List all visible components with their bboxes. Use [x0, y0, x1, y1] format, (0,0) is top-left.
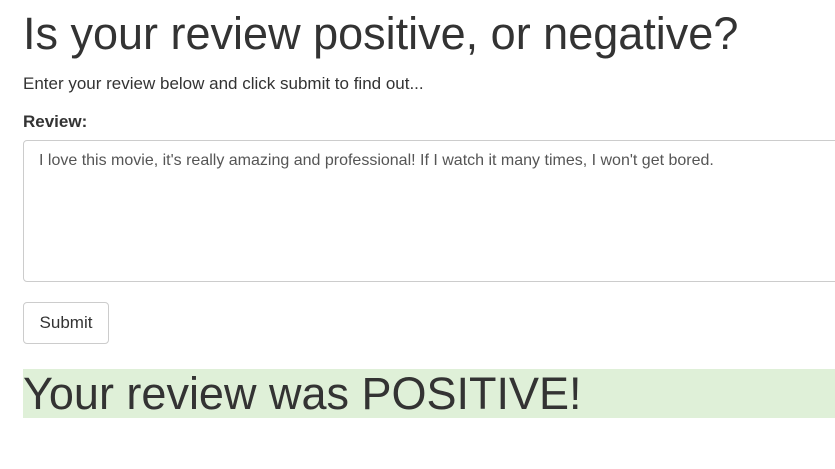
result-banner: Your review was POSITIVE! [23, 369, 835, 418]
page: Is your review positive, or negative? En… [0, 0, 835, 469]
review-label: Review: [23, 112, 88, 131]
review-textarea[interactable]: I love this movie, it's really amazing a… [23, 140, 835, 282]
instructions-text: Enter your review below and click submit… [23, 74, 424, 93]
submit-button[interactable]: Submit [23, 302, 109, 344]
page-title: Is your review positive, or negative? [23, 8, 739, 59]
